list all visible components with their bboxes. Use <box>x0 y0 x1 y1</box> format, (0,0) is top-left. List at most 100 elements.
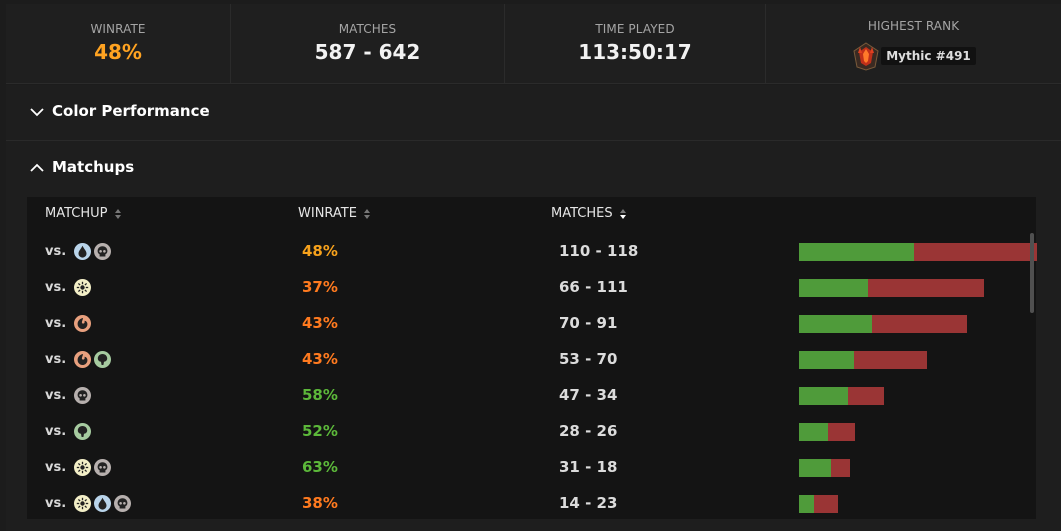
vs-label: vs. <box>45 244 67 259</box>
vs-label: vs. <box>45 316 67 331</box>
winrate-cell: 43% <box>302 350 338 368</box>
table-row[interactable]: vs. 43% 53 - 70 <box>27 341 1027 377</box>
stat-matches-label: MATCHES <box>338 22 397 36</box>
table-row[interactable]: vs. 37% 66 - 111 <box>27 269 1027 305</box>
matches-cell: 28 - 26 <box>559 422 618 440</box>
red-mana-icon <box>74 351 92 368</box>
black-mana-icon <box>114 495 132 512</box>
win-segment <box>799 315 873 333</box>
column-header-winrate[interactable]: WINRATE <box>298 206 371 221</box>
matchup-cell: vs. <box>45 423 92 440</box>
red-mana-icon <box>74 315 92 332</box>
loss-segment <box>848 387 884 405</box>
winrate-cell: 43% <box>302 314 338 332</box>
win-loss-bar <box>799 351 928 369</box>
black-mana-icon <box>94 459 112 476</box>
win-segment <box>799 459 832 477</box>
table-row[interactable]: vs. 48% 110 - 118 <box>27 233 1037 269</box>
table-row[interactable]: vs. 52% 28 - 26 <box>27 413 1027 449</box>
color-performance-header[interactable]: Color Performance <box>6 85 1061 141</box>
matchup-cell: vs. <box>45 315 92 332</box>
loss-segment <box>813 495 838 513</box>
color-performance-title: Color Performance <box>52 102 210 120</box>
matchup-cell: vs. <box>45 243 112 260</box>
sort-desc-icon <box>619 208 626 219</box>
winrate-cell: 38% <box>302 494 338 512</box>
win-loss-bar <box>799 387 884 405</box>
black-mana-icon <box>94 243 112 260</box>
sort-icon <box>114 208 121 219</box>
white-mana-icon <box>74 495 92 512</box>
column-header-matches[interactable]: MATCHES <box>551 206 627 221</box>
matches-cell: 66 - 111 <box>559 278 628 296</box>
win-segment <box>799 495 814 513</box>
win-segment <box>799 279 868 297</box>
scrollbar[interactable] <box>1030 233 1034 313</box>
loss-segment <box>831 459 851 477</box>
sort-icon <box>363 208 370 219</box>
loss-segment <box>913 243 1037 261</box>
vs-label: vs. <box>45 496 67 511</box>
matchup-cell: vs. <box>45 495 132 512</box>
vs-label: vs. <box>45 460 67 475</box>
stat-winrate: WINRATE 48% <box>6 4 231 84</box>
matchup-cell: vs. <box>45 387 92 404</box>
vs-label: vs. <box>45 280 67 295</box>
vs-label: vs. <box>45 424 67 439</box>
win-segment <box>799 243 914 261</box>
win-segment <box>799 387 849 405</box>
winrate-cell: 52% <box>302 422 338 440</box>
matchups-header[interactable]: Matchups <box>6 141 1061 195</box>
matchups-table: MATCHUP WINRATE MATCHES vs. 48% 110 - 118 v… <box>27 197 1037 521</box>
mythic-rank-icon <box>851 41 881 71</box>
blue-mana-icon <box>94 495 112 512</box>
stat-time-value: 113:50:17 <box>578 40 692 64</box>
matchup-cell: vs. <box>45 459 112 476</box>
matchups-title: Matchups <box>52 158 135 176</box>
stat-rank-label: HIGHEST RANK <box>867 19 960 33</box>
column-header-winrate-label: WINRATE <box>298 206 357 221</box>
winrate-cell: 58% <box>302 386 338 404</box>
winrate-cell: 37% <box>302 278 338 296</box>
table-row[interactable]: vs. 58% 47 - 34 <box>27 377 1027 413</box>
matches-cell: 110 - 118 <box>559 242 639 260</box>
win-segment <box>799 423 829 441</box>
loss-segment <box>872 315 968 333</box>
win-loss-bar <box>799 459 851 477</box>
stat-matches-value: 587 - 642 <box>314 40 421 64</box>
column-header-matches-label: MATCHES <box>551 206 613 221</box>
matches-cell: 31 - 18 <box>559 458 618 476</box>
blue-mana-icon <box>74 243 92 260</box>
green-mana-icon <box>74 423 92 440</box>
white-mana-icon <box>74 459 92 476</box>
table-row[interactable]: vs. 38% 14 - 23 <box>27 485 1027 521</box>
win-loss-bar <box>799 243 1037 261</box>
rank-value: Mythic #491 <box>881 47 976 65</box>
vs-label: vs. <box>45 352 67 367</box>
stat-winrate-value: 48% <box>94 40 142 64</box>
green-mana-icon <box>94 351 112 368</box>
chevron-up-icon <box>30 163 44 172</box>
table-row[interactable]: vs. 43% 70 - 91 <box>27 305 1027 341</box>
win-segment <box>799 351 855 369</box>
loss-segment <box>854 351 928 369</box>
stat-time-label: TIME PLAYED <box>595 22 675 36</box>
column-header-matchup[interactable]: MATCHUP <box>45 206 122 221</box>
chevron-down-icon <box>30 108 44 117</box>
winrate-cell: 48% <box>302 242 338 260</box>
column-header-matchup-label: MATCHUP <box>45 206 108 221</box>
matchup-cell: vs. <box>45 351 112 368</box>
stats-bar: WINRATE 48% MATCHES 587 - 642 TIME PLAYE… <box>6 4 1061 84</box>
stat-time-played: TIME PLAYED 113:50:17 <box>505 4 766 84</box>
matches-cell: 70 - 91 <box>559 314 618 332</box>
stat-matches: MATCHES 587 - 642 <box>231 4 505 84</box>
table-row[interactable]: vs. 63% 31 - 18 <box>27 449 1027 485</box>
white-mana-icon <box>74 279 92 296</box>
win-loss-bar <box>799 279 984 297</box>
win-loss-bar <box>799 495 838 513</box>
winrate-cell: 63% <box>302 458 338 476</box>
black-mana-icon <box>74 387 92 404</box>
stat-highest-rank: HIGHEST RANK Mythic #491 <box>766 4 1061 84</box>
stat-winrate-label: WINRATE <box>90 22 146 36</box>
win-loss-bar <box>799 315 968 333</box>
